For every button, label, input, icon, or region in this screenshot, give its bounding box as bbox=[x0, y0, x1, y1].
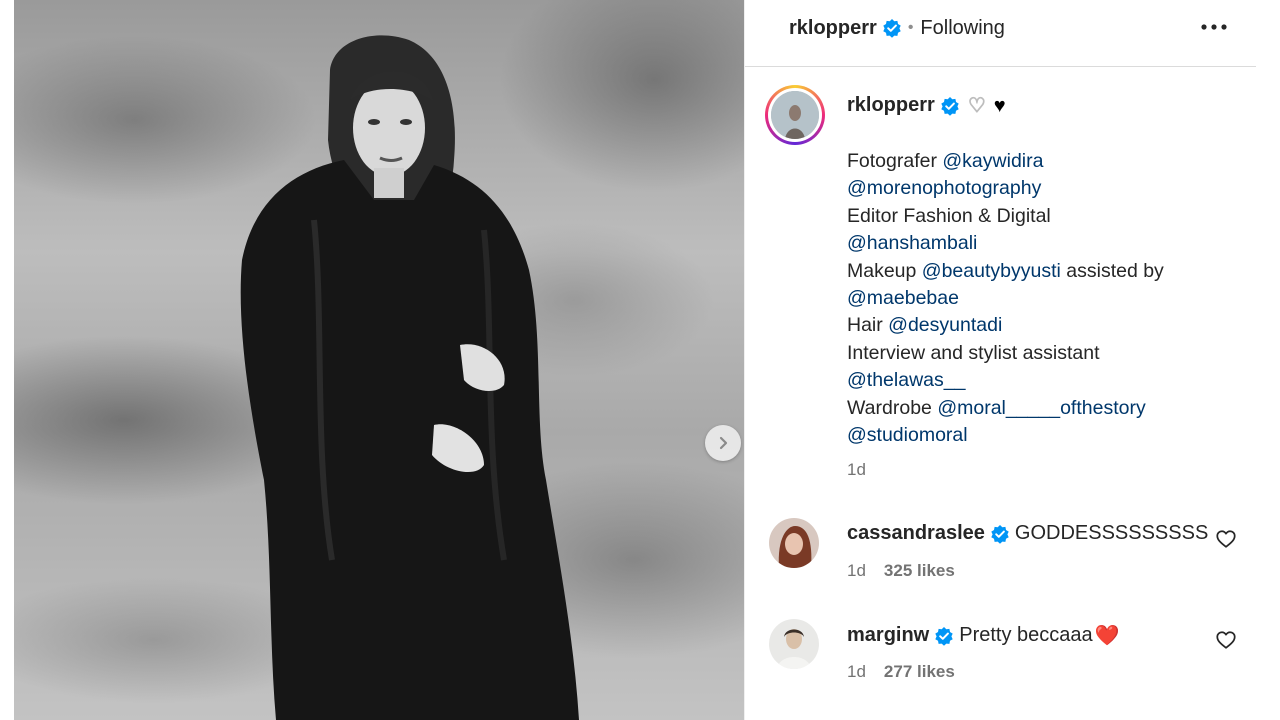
caption-line: Makeup @beautybyyusti assisted by bbox=[847, 258, 1247, 285]
caption-line: Hair @desyuntadi bbox=[847, 312, 1247, 339]
comment-text: Pretty beccaaa bbox=[959, 624, 1093, 646]
verified-badge-icon bbox=[990, 524, 1010, 544]
comment-username[interactable]: marginw bbox=[847, 624, 929, 647]
more-options-button[interactable] bbox=[1199, 14, 1229, 40]
comment-timestamp: 1d bbox=[847, 662, 866, 681]
comment-likes[interactable]: 277 likes bbox=[884, 662, 955, 682]
mention-link[interactable]: @morenophotography bbox=[847, 177, 1041, 199]
mention-link[interactable]: @maebebae bbox=[847, 287, 959, 309]
verified-badge-icon bbox=[940, 96, 960, 116]
caption-text: Fotografer @kaywidira @morenophotography E… bbox=[847, 148, 1247, 449]
comment-likes[interactable]: 325 likes bbox=[884, 561, 955, 581]
mention-link[interactable]: @moral_____ofthestory bbox=[937, 397, 1145, 419]
mention-link[interactable]: @thelawas__ bbox=[847, 369, 965, 391]
caption-line: @maebebae bbox=[847, 285, 1247, 312]
post-header: rklopperr • Following bbox=[745, 0, 1257, 67]
mention-link[interactable]: @desyuntadi bbox=[888, 314, 1002, 336]
page-margin-left bbox=[0, 0, 14, 720]
caption-text-segment: Makeup bbox=[847, 259, 922, 282]
comment-username[interactable]: cassandraslee bbox=[847, 522, 985, 545]
following-button[interactable]: Following bbox=[920, 17, 1004, 40]
caption-timestamp: 1d bbox=[847, 460, 866, 479]
black-heart-emoji: ♥ bbox=[993, 94, 1006, 117]
caption-avatar[interactable] bbox=[765, 85, 825, 145]
caption-text-segment: Hair bbox=[847, 314, 889, 337]
more-horizontal-icon bbox=[1201, 24, 1227, 30]
caption-text-segment: Editor Fashion & Digital bbox=[847, 204, 1051, 227]
caption-line: Interview and stylist assistant bbox=[847, 340, 1247, 367]
caption-line: Wardrobe @moral_____ofthestory bbox=[847, 395, 1247, 422]
caption-text-segment: assisted by bbox=[1060, 259, 1164, 282]
caption-text-segment: Wardrobe bbox=[847, 396, 938, 419]
comment-item: marginw Pretty beccaaa ❤️ 1d 277 likes bbox=[745, 619, 1257, 699]
verified-badge-icon bbox=[934, 626, 954, 646]
comment-line: cassandraslee GODDESSSSSSSSS bbox=[847, 522, 1208, 545]
separator-dot: • bbox=[907, 19, 914, 36]
header-user: rklopperr • Following bbox=[789, 16, 1005, 40]
heart-outline-icon bbox=[1216, 631, 1236, 649]
caption-line: @thelawas__ bbox=[847, 367, 1247, 394]
red-heart-emoji: ❤️ bbox=[1094, 625, 1120, 647]
mention-link[interactable]: @hanshambali bbox=[847, 232, 977, 254]
mention-link[interactable]: @beautybyyusti bbox=[922, 260, 1061, 282]
comment-line: marginw Pretty beccaaa ❤️ bbox=[847, 623, 1120, 648]
mention-link[interactable]: @studiomoral bbox=[847, 424, 968, 446]
caption-line: Fotografer @kaywidira bbox=[847, 148, 1247, 175]
caption-line: Editor Fashion & Digital bbox=[847, 203, 1247, 230]
heart-outline-icon bbox=[1216, 530, 1236, 548]
caption-text-segment: Fotografer bbox=[847, 150, 943, 172]
comment-meta: 1d 325 likes bbox=[847, 561, 955, 581]
caption-text-segment: Interview and stylist assistant bbox=[847, 341, 1100, 364]
caption-line: @morenophotography bbox=[847, 175, 1247, 202]
caption-line: @hanshambali bbox=[847, 230, 1247, 257]
comment-avatar[interactable] bbox=[769, 619, 819, 669]
comment-text: GODDESSSSSSSSS bbox=[1014, 522, 1209, 544]
verified-badge-icon bbox=[882, 18, 902, 38]
comment-meta: 1d 277 likes bbox=[847, 662, 955, 682]
comment-like-button[interactable] bbox=[1215, 528, 1237, 550]
chevron-right-icon bbox=[719, 436, 728, 450]
model-figure bbox=[240, 35, 579, 720]
post-image[interactable] bbox=[14, 0, 744, 720]
caption-username[interactable]: rklopperr bbox=[847, 94, 935, 117]
comment-item: cassandraslee GODDESSSSSSSSS 1d 325 like… bbox=[745, 518, 1257, 598]
caption-line: @studiomoral bbox=[847, 422, 1247, 449]
white-heart-emoji: ♡ bbox=[967, 94, 986, 117]
avatar-image bbox=[771, 91, 819, 139]
carousel-next-button[interactable] bbox=[705, 425, 741, 461]
caption-author: rklopperr ♡ ♥ bbox=[847, 94, 1006, 117]
comment-avatar[interactable] bbox=[769, 518, 819, 568]
page-margin-right bbox=[1256, 0, 1280, 720]
mention-link[interactable]: @kaywidira bbox=[942, 150, 1043, 172]
comment-like-button[interactable] bbox=[1215, 629, 1237, 651]
header-username[interactable]: rklopperr bbox=[789, 17, 877, 40]
post-side-panel: rklopperr • Following rklopperr ♡ ♥ Foto… bbox=[744, 0, 1257, 720]
comment-timestamp: 1d bbox=[847, 561, 866, 580]
